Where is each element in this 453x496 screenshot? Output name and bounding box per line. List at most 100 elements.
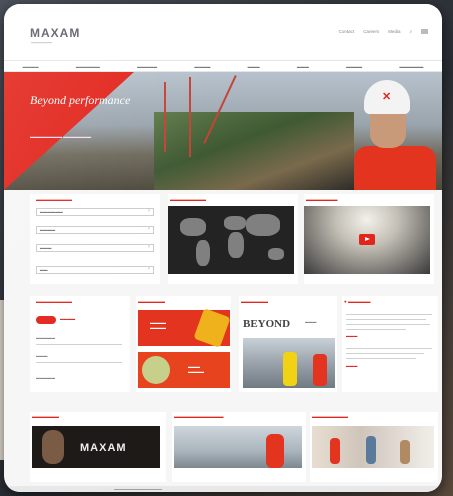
crane-structure (164, 82, 166, 152)
site-footer (4, 486, 442, 492)
investor-link-1[interactable]: ▬▬▬▬▬ (36, 336, 55, 340)
continent-shape (268, 248, 284, 260)
news-text (346, 353, 424, 354)
select-field-4[interactable]: ▬▬ (36, 266, 154, 274)
worker-figure (313, 354, 327, 386)
search-icon[interactable]: ⌕ (409, 29, 412, 34)
sustainability-image (174, 426, 302, 468)
product-tile-text: ▬▬▬ ▬▬▬▬ (188, 364, 204, 374)
utility-link-media[interactable]: Media (388, 29, 400, 34)
news-read-more[interactable]: ▬▬▬ (346, 334, 357, 338)
select-field-1[interactable]: ▬▬▬▬▬▬ (36, 208, 154, 216)
magazine-logo: MAXAM (80, 442, 127, 454)
partner-label: ▬▬▬▬ (60, 317, 76, 321)
select-field-3[interactable]: ▬▬▬ (36, 244, 154, 252)
worker-figure (266, 434, 284, 468)
worker-photo: ✕ (354, 80, 436, 190)
logo-text: MAXAM (30, 26, 81, 40)
products-card: ▬▬▬▬▬▬ ▬▬▬▬ ▬▬▬▬ ▬▬▬ ▬▬▬▬ (136, 296, 231, 392)
worker-vest-image (142, 356, 170, 384)
worker-face (370, 110, 406, 148)
continent-shape (246, 214, 280, 236)
finder-panel: ▬▬▬▬▬▬▬▬ ▬▬▬▬▬▬ ▬▬▬▬ ▬▬▬ ▬▬ (30, 194, 160, 284)
news-title: ● ▬▬▬▬▬ (344, 299, 371, 304)
logo-tagline: ━━━━━━━━━━ (31, 41, 53, 45)
news-text (346, 358, 416, 359)
helmet: ✕ (364, 80, 410, 114)
utility-links: Contact Careers Media ⌕ (339, 29, 428, 34)
nav-item[interactable]: ▬▬▬▬ (346, 64, 362, 69)
news-read-more[interactable]: ▬▬▬ (346, 364, 357, 368)
investors-title: ▬▬▬▬▬▬▬▬ (36, 299, 72, 304)
news-text (346, 329, 406, 330)
utility-link-contact[interactable]: Contact (339, 29, 355, 34)
product-tile-text: ▬▬▬▬ ▬▬▬▬ (150, 320, 166, 330)
person-figure (330, 438, 340, 464)
finder-title: ▬▬▬▬▬▬▬▬ (36, 197, 72, 202)
world-map[interactable] (168, 206, 294, 274)
news-text (346, 324, 430, 325)
products-title: ▬▬▬▬▬▬ (138, 299, 165, 304)
investor-link-2[interactable]: ▬▬▬ (36, 354, 47, 358)
main-navigation: ▬▬▬▬ ▬▬▬▬▬▬ ▬▬▬▬▬ ▬▬▬▬ ▬▬▬ ▬▬▬ ▬▬▬▬ ▬▬▬▬… (4, 60, 442, 72)
cloud-logo-icon (36, 316, 56, 324)
footer-text: ▬▬▬▬▬▬▬▬▬▬▬▬▬▬▬▬ (114, 487, 162, 491)
workers-photo (243, 338, 335, 388)
news-text (346, 314, 432, 315)
video-panel[interactable]: ▬▬▬▬▬▬▬ (304, 194, 434, 284)
sustainability-banner-card[interactable]: ▬▬▬▬▬▬▬▬▬▬▬ (172, 412, 306, 482)
featured-caption: ▬▬▬ (305, 320, 317, 324)
news-card: ● ▬▬▬▬▬ ▬▬▬ ▬▬▬ (342, 296, 438, 392)
site-logo[interactable]: MAXAM (30, 26, 80, 40)
tool-image (193, 308, 231, 348)
global-presence-title: ▬▬▬▬▬▬▬▬ (170, 197, 206, 202)
investor-link-3[interactable]: ▬▬▬▬▬ (36, 376, 55, 380)
global-presence-panel[interactable]: ▬▬▬▬▬▬▬▬ (168, 194, 298, 284)
magazine-image: MAXAM (32, 426, 160, 468)
divider (36, 362, 122, 363)
product-tile-2[interactable]: ▬▬▬ ▬▬▬▬ (138, 352, 230, 388)
nav-item[interactable]: ▬▬▬▬▬ (137, 64, 157, 69)
hero-red-triangle (4, 72, 134, 190)
magazine-title: ▬▬▬▬▬▬ (32, 414, 59, 419)
site-header: MAXAM ━━━━━━━━━━ Contact Careers Media ⌕… (4, 4, 442, 72)
continent-shape (180, 218, 206, 236)
nav-item[interactable]: ▬▬▬▬▬▬ (399, 64, 423, 69)
divider (36, 344, 122, 345)
nav-item[interactable]: ▬▬▬▬ (23, 64, 39, 69)
news-text (346, 319, 426, 320)
play-icon[interactable] (359, 234, 375, 245)
device-screen: MAXAM ━━━━━━━━━━ Contact Careers Media ⌕… (4, 4, 442, 492)
video-title: ▬▬▬▬▬▬▬ (306, 197, 338, 202)
featured-card-title: ▬▬▬▬▬▬ (241, 299, 268, 304)
flag-icon[interactable] (421, 29, 428, 34)
hero-title: Beyond performance (30, 93, 131, 107)
nav-item[interactable]: ▬▬▬ (297, 64, 309, 69)
person-figure (400, 440, 410, 464)
continent-shape (228, 232, 244, 258)
person-figure (366, 436, 376, 464)
worker-figure (283, 352, 297, 386)
hero-banner[interactable]: ✕ (4, 72, 442, 190)
continent-shape (196, 240, 210, 266)
investors-card: ▬▬▬▬▬▬▬▬ ▬▬▬▬ ▬▬▬▬▬ ▬▬▬ ▬▬▬▬▬ (30, 296, 130, 392)
featured-headline: BEYOND (243, 318, 291, 330)
events-title: ▬▬▬▬▬▬▬▬ (312, 414, 348, 419)
tunnel-video[interactable] (304, 206, 430, 274)
events-image (312, 426, 434, 468)
nav-item[interactable]: ▬▬▬ (248, 64, 260, 69)
crane-structure (189, 77, 191, 157)
utility-link-careers[interactable]: Careers (363, 29, 379, 34)
sustainability-title: ▬▬▬▬▬▬▬▬▬▬▬ (174, 414, 224, 419)
nav-item[interactable]: ▬▬▬▬ (194, 64, 210, 69)
product-tile-1[interactable]: ▬▬▬▬ ▬▬▬▬ (138, 308, 231, 348)
select-field-2[interactable]: ▬▬▬▬ (36, 226, 154, 234)
mine-landscape-image (154, 112, 354, 190)
helmet-logo-icon: ✕ (382, 91, 392, 103)
news-text (346, 348, 432, 349)
events-banner-card[interactable]: ▬▬▬▬▬▬▬▬ (310, 412, 438, 482)
nav-item[interactable]: ▬▬▬▬▬▬ (76, 64, 100, 69)
continent-shape (224, 216, 246, 230)
featured-card[interactable]: ▬▬▬▬▬▬ BEYOND ▬▬▬ (239, 296, 337, 392)
magazine-banner-card[interactable]: ▬▬▬▬▬▬ MAXAM (30, 412, 166, 482)
